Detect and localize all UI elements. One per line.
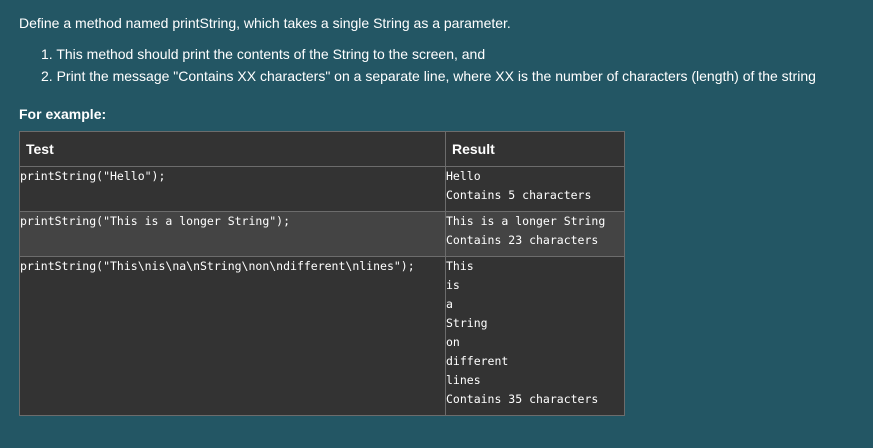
test-column-header: Test	[19, 131, 446, 167]
requirement-item: 1. This method should print the contents…	[41, 46, 486, 62]
test-cell: printString("This is a longer String");	[19, 211, 446, 257]
table-header-row: Test Result	[19, 131, 625, 167]
requirement-item: 2. Print the message "Contains XX charac…	[41, 68, 816, 84]
result-cell: This is a longer String Contains 23 char…	[445, 211, 625, 257]
table-row: printString("Hello"); Hello Contains 5 c…	[19, 166, 625, 212]
examples-table: Test Result printString("Hello"); Hello …	[19, 131, 625, 416]
question-text: Define a method named printString, which…	[19, 15, 511, 31]
example-heading: For example:	[19, 106, 107, 122]
result-cell: This is a String on different lines Cont…	[445, 256, 625, 416]
result-column-header: Result	[445, 131, 625, 167]
table-row: printString("This is a longer String"); …	[19, 211, 625, 257]
requirements-list: 1. This method should print the contents…	[41, 45, 816, 89]
table-row: printString("This\nis\na\nString\non\ndi…	[19, 256, 625, 416]
test-cell: printString("This\nis\na\nString\non\ndi…	[19, 256, 446, 416]
result-cell: Hello Contains 5 characters	[445, 166, 625, 212]
test-cell: printString("Hello");	[19, 166, 446, 212]
